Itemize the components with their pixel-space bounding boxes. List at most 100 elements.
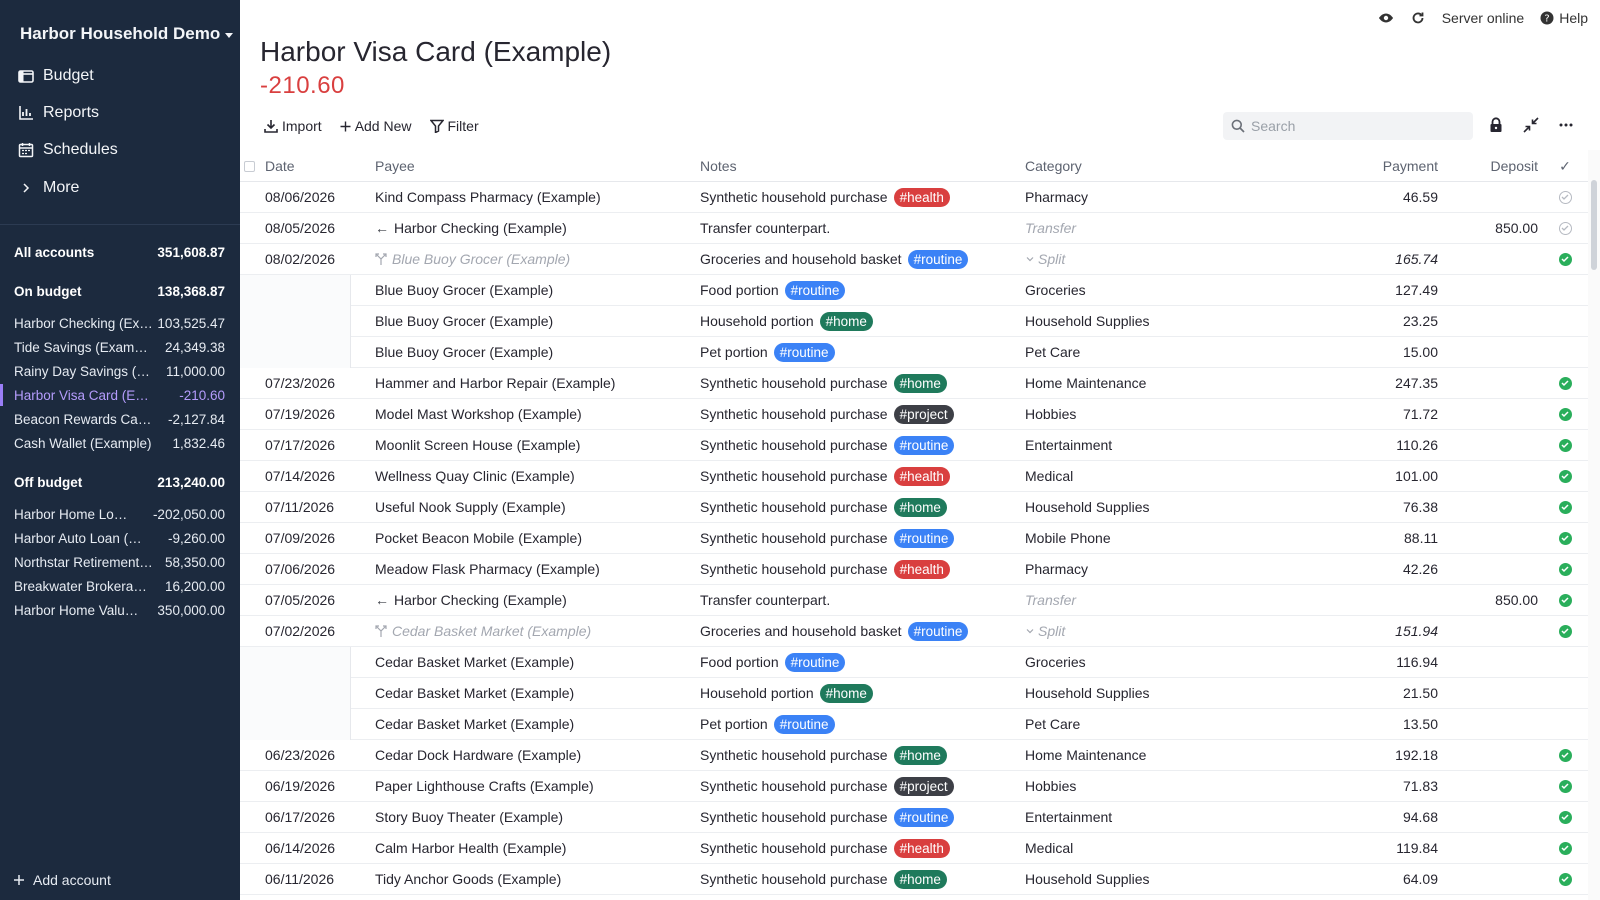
notes-cell[interactable]: Synthetic household purchase #project xyxy=(700,771,954,801)
split-subtransaction-row[interactable]: Blue Buoy Grocer (Example) Food portion #r… xyxy=(240,275,1588,306)
account-harbor-auto-loan[interactable]: Harbor Auto Loan (Example) -9,260.00 xyxy=(14,531,225,546)
payment-cell[interactable]: 110.26 xyxy=(1396,430,1438,460)
tag-badge[interactable]: #home xyxy=(893,497,947,517)
notes-cell[interactable]: Household portion #home xyxy=(700,678,873,708)
date-cell[interactable]: 07/14/2026 xyxy=(265,461,335,491)
filter-button[interactable]: Filter xyxy=(429,118,479,134)
payment-cell[interactable]: 23.25 xyxy=(1403,306,1438,336)
add-new-button[interactable]: Add New xyxy=(340,118,412,134)
notes-cell[interactable]: Groceries and household basket #routine xyxy=(700,616,969,646)
tag-badge[interactable]: #home xyxy=(893,745,947,765)
on-budget-group[interactable]: On budget 138,368.87 xyxy=(14,284,225,299)
notes-cell[interactable]: Synthetic household purchase #health xyxy=(700,554,950,584)
payment-cell[interactable]: 247.35 xyxy=(1395,368,1438,398)
payee-cell[interactable]: Cedar Basket Market (Example) xyxy=(375,647,574,677)
category-cell[interactable]: Household Supplies xyxy=(1025,492,1150,522)
cleared-toggle[interactable] xyxy=(1558,430,1572,460)
category-cell[interactable]: Pet Care xyxy=(1025,337,1080,367)
date-cell[interactable]: 07/06/2026 xyxy=(265,554,335,584)
category-cell[interactable]: Household Supplies xyxy=(1025,678,1150,708)
category-cell[interactable]: Medical xyxy=(1025,833,1073,863)
date-cell[interactable]: 08/06/2026 xyxy=(265,182,335,212)
collapse-button[interactable] xyxy=(1522,116,1540,134)
payee-cell[interactable]: Wellness Quay Clinic (Example) xyxy=(375,461,575,491)
tag-badge[interactable]: #routine xyxy=(784,652,846,672)
cleared-toggle[interactable] xyxy=(1558,833,1572,863)
column-deposit[interactable]: Deposit xyxy=(1491,150,1538,182)
cleared-toggle[interactable] xyxy=(1558,554,1572,584)
notes-cell[interactable]: Synthetic household purchase #health xyxy=(700,182,950,212)
off-budget-group[interactable]: Off budget 213,240.00 xyxy=(14,475,225,490)
account-cash-wallet[interactable]: Cash Wallet (Example) 1,832.46 xyxy=(14,436,225,451)
account-tide-savings[interactable]: Tide Savings (Example) 24,349.38 xyxy=(14,340,225,355)
tag-badge[interactable]: #project xyxy=(893,776,954,796)
tag-badge[interactable]: #project xyxy=(893,404,954,424)
category-cell[interactable]: Groceries xyxy=(1025,647,1086,677)
tag-badge[interactable]: #routine xyxy=(907,249,969,269)
nav-schedules[interactable]: Schedules xyxy=(18,141,118,159)
server-status[interactable]: Server online xyxy=(1442,10,1525,26)
column-date[interactable]: Date xyxy=(265,150,295,182)
transaction-row[interactable]: 07/14/2026 Wellness Quay Clinic (Example)… xyxy=(240,461,1588,492)
payee-cell[interactable]: Cedar Basket Market (Example) xyxy=(375,709,574,739)
date-cell[interactable]: 07/02/2026 xyxy=(265,616,335,646)
notes-cell[interactable]: Pet portion #routine xyxy=(700,337,835,367)
notes-cell[interactable]: Synthetic household purchase #home xyxy=(700,864,947,894)
payee-cell[interactable]: Cedar Basket Market (Example) xyxy=(375,616,591,646)
payee-cell[interactable]: Model Mast Workshop (Example) xyxy=(375,399,582,429)
payment-cell[interactable]: 71.72 xyxy=(1403,399,1438,429)
payee-cell[interactable]: Tidy Anchor Goods (Example) xyxy=(375,864,561,894)
tag-badge[interactable]: #routine xyxy=(907,621,969,641)
transaction-row[interactable]: 08/05/2026 ← Harbor Checking (Example) Tran… xyxy=(240,213,1588,244)
cleared-toggle[interactable] xyxy=(1558,492,1572,522)
category-cell[interactable]: Transfer xyxy=(1025,213,1076,243)
tag-badge[interactable]: #home xyxy=(819,311,873,331)
transaction-row[interactable]: 07/19/2026 Model Mast Workshop (Example) S… xyxy=(240,399,1588,430)
payment-cell[interactable]: 21.50 xyxy=(1403,678,1438,708)
payee-cell[interactable]: Pocket Beacon Mobile (Example) xyxy=(375,523,582,553)
payee-cell[interactable]: Blue Buoy Grocer (Example) xyxy=(375,337,553,367)
payee-cell[interactable]: Blue Buoy Grocer (Example) xyxy=(375,244,570,274)
account-harbor-home-value[interactable]: Harbor Home Value (Example) 350,000.00 xyxy=(14,603,225,618)
category-cell[interactable]: Split xyxy=(1025,616,1065,646)
payee-cell[interactable]: Story Buoy Theater (Example) xyxy=(375,802,563,832)
cleared-toggle[interactable] xyxy=(1558,244,1572,274)
lock-button[interactable] xyxy=(1487,116,1505,134)
cleared-toggle[interactable] xyxy=(1558,461,1572,491)
transaction-row[interactable]: 06/17/2026 Story Buoy Theater (Example) Sy… xyxy=(240,802,1588,833)
nav-budget[interactable]: Budget xyxy=(18,67,94,85)
category-cell[interactable]: Hobbies xyxy=(1025,771,1076,801)
column-payment[interactable]: Payment xyxy=(1383,150,1438,182)
more-options-button[interactable] xyxy=(1557,116,1575,134)
cleared-toggle[interactable] xyxy=(1558,213,1572,243)
transaction-row[interactable]: 07/11/2026 Useful Nook Supply (Example) Sy… xyxy=(240,492,1588,523)
notes-cell[interactable]: Synthetic household purchase #routine xyxy=(700,430,955,460)
notes-cell[interactable]: Synthetic household purchase #routine xyxy=(700,523,955,553)
category-cell[interactable]: Hobbies xyxy=(1025,399,1076,429)
search-box[interactable] xyxy=(1223,112,1473,140)
payment-cell[interactable]: 15.00 xyxy=(1403,337,1438,367)
split-subtransaction-row[interactable]: Cedar Basket Market (Example) Pet portion… xyxy=(240,709,1588,740)
account-breakwater-brokerage[interactable]: Breakwater Brokerage (Example) 16,200.00 xyxy=(14,579,225,594)
notes-cell[interactable]: Household portion #home xyxy=(700,306,873,336)
category-cell[interactable]: Mobile Phone xyxy=(1025,523,1111,553)
payee-cell[interactable]: Paper Lighthouse Crafts (Example) xyxy=(375,771,594,801)
account-harbor-home-loan[interactable]: Harbor Home Loan (Example) -202,050.00 xyxy=(14,507,225,522)
column-payee[interactable]: Payee xyxy=(375,150,415,182)
category-cell[interactable]: Pharmacy xyxy=(1025,182,1088,212)
tag-badge[interactable]: #health xyxy=(893,838,950,858)
notes-cell[interactable]: Synthetic household purchase #home xyxy=(700,492,947,522)
transaction-row[interactable]: 08/06/2026 Kind Compass Pharmacy (Example… xyxy=(240,182,1588,213)
payment-cell[interactable]: 165.74 xyxy=(1395,244,1438,274)
privacy-toggle-button[interactable] xyxy=(1378,10,1394,26)
account-rainy-day-savings[interactable]: Rainy Day Savings (Example) 11,000.00 xyxy=(14,364,225,379)
all-accounts[interactable]: All accounts 351,608.87 xyxy=(14,245,225,260)
category-cell[interactable]: Pet Care xyxy=(1025,709,1080,739)
transaction-row[interactable]: 06/23/2026 Cedar Dock Hardware (Example) S… xyxy=(240,740,1588,771)
deposit-cell[interactable]: 850.00 xyxy=(1495,213,1538,243)
payment-cell[interactable]: 116.94 xyxy=(1396,647,1438,677)
payee-cell[interactable]: Meadow Flask Pharmacy (Example) xyxy=(375,554,600,584)
account-harbor-visa-card[interactable]: Harbor Visa Card (Example) -210.60 xyxy=(14,388,225,403)
payment-cell[interactable]: 71.83 xyxy=(1403,771,1438,801)
cleared-toggle[interactable] xyxy=(1558,616,1572,646)
